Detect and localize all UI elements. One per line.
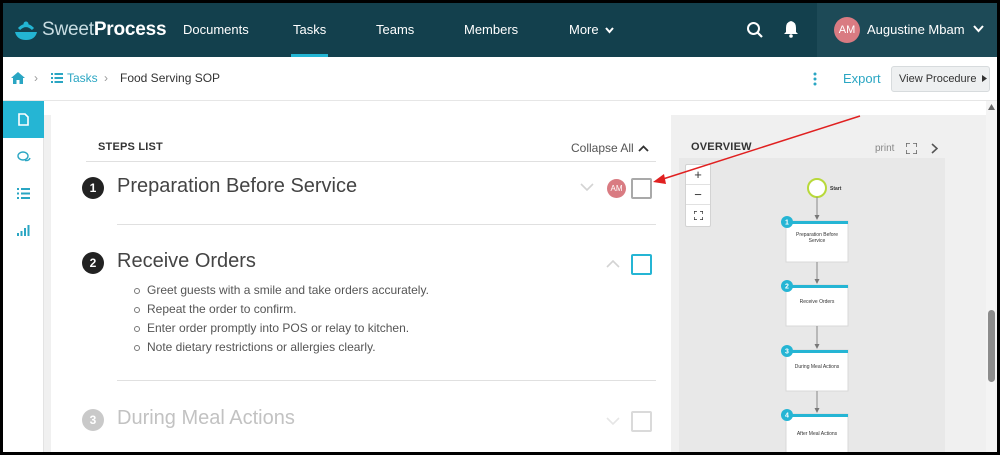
step-checkbox[interactable] bbox=[631, 254, 652, 275]
nav-more[interactable]: More bbox=[569, 3, 615, 57]
step-number-badge: 2 bbox=[82, 252, 104, 274]
breadcrumb-separator: › bbox=[34, 71, 38, 85]
search-icon[interactable] bbox=[746, 21, 764, 39]
step-title[interactable]: Preparation Before Service bbox=[117, 175, 357, 198]
nav-more-label: More bbox=[569, 22, 599, 37]
document-icon bbox=[18, 113, 29, 126]
chevron-right-icon[interactable] bbox=[931, 143, 938, 154]
flow-node-number: 3 bbox=[785, 349, 789, 356]
list-item: Greet guests with a smile and take order… bbox=[132, 281, 429, 300]
flow-node-label: After Meal Actions bbox=[796, 431, 838, 437]
step-number-badge: 3 bbox=[82, 409, 104, 431]
view-procedure-label: View Procedure bbox=[899, 73, 977, 85]
chevron-up-icon bbox=[638, 144, 649, 152]
zoom-in-button[interactable]: + bbox=[686, 165, 710, 185]
logo-text-light: Sweet bbox=[42, 19, 94, 40]
nav-members[interactable]: Members bbox=[464, 3, 518, 57]
steps-panel: STEPS LIST Collapse All 1 Preparation Be… bbox=[51, 115, 671, 452]
print-link[interactable]: print bbox=[875, 143, 894, 154]
logo-icon bbox=[15, 21, 37, 40]
flow-node-number: 4 bbox=[785, 413, 789, 420]
start-node bbox=[807, 178, 827, 198]
bell-icon[interactable] bbox=[783, 20, 799, 38]
home-icon[interactable] bbox=[11, 72, 25, 84]
collapse-all-label: Collapse All bbox=[571, 141, 634, 155]
chevron-down-icon bbox=[605, 27, 615, 34]
breadcrumb-current: Food Serving SOP bbox=[120, 71, 221, 85]
user-menu[interactable]: AM Augustine Mbam bbox=[817, 3, 997, 57]
zoom-out-button[interactable]: − bbox=[686, 185, 710, 205]
user-name: Augustine Mbam bbox=[867, 22, 965, 37]
app-window: SweetProcess Documents Tasks Teams Membe… bbox=[3, 3, 997, 452]
step-title[interactable]: Receive Orders bbox=[117, 250, 256, 273]
step-checkbox[interactable] bbox=[631, 178, 652, 199]
logo-text-bold: Process bbox=[93, 19, 167, 40]
left-sidebar bbox=[3, 101, 44, 452]
flow-node-number: 2 bbox=[785, 284, 789, 291]
flowchart: Start 1 Preparation Before Service 2 Rec… bbox=[781, 178, 849, 452]
nav-tasks[interactable]: Tasks bbox=[290, 3, 329, 57]
divider bbox=[117, 224, 656, 225]
breadcrumb-tasks[interactable]: Tasks bbox=[51, 71, 98, 85]
comments-icon bbox=[16, 150, 31, 161]
fit-to-screen-button[interactable] bbox=[686, 205, 710, 225]
main-content: STEPS LIST Collapse All 1 Preparation Be… bbox=[44, 101, 986, 452]
nav-teams[interactable]: Teams bbox=[376, 3, 414, 57]
more-options-icon[interactable] bbox=[813, 72, 817, 86]
collapse-all-button[interactable]: Collapse All bbox=[571, 141, 649, 155]
step-number-badge: 1 bbox=[82, 177, 104, 199]
list-item: Note dietary restrictions or allergies c… bbox=[132, 338, 429, 357]
step-bullet-list: Greet guests with a smile and take order… bbox=[132, 281, 429, 357]
steps-list-heading: STEPS LIST bbox=[98, 141, 163, 153]
overview-canvas[interactable]: Start 1 Preparation Before Service 2 Rec… bbox=[679, 158, 945, 452]
flow-node-label: Receive Orders bbox=[799, 299, 835, 305]
start-label: Start bbox=[830, 186, 842, 192]
divider bbox=[117, 380, 656, 381]
chevron-up-icon[interactable] bbox=[606, 259, 620, 268]
export-link[interactable]: Export bbox=[843, 71, 881, 86]
nav-documents[interactable]: Documents bbox=[183, 3, 249, 57]
step-title[interactable]: During Meal Actions bbox=[117, 407, 295, 430]
list-item: Repeat the order to confirm. bbox=[132, 300, 429, 319]
logo-text: SweetProcess bbox=[42, 19, 167, 41]
breadcrumb-tasks-label: Tasks bbox=[67, 71, 98, 85]
breadcrumb-separator: › bbox=[104, 71, 108, 85]
step-checkbox[interactable] bbox=[631, 411, 652, 432]
breadcrumb: › Tasks › Food Serving SOP Export bbox=[3, 57, 997, 101]
scrollbar-thumb[interactable] bbox=[988, 310, 995, 382]
chevron-down-icon[interactable] bbox=[606, 417, 620, 426]
chevron-down-icon[interactable] bbox=[580, 183, 594, 192]
scrollbar[interactable] bbox=[986, 101, 997, 452]
sweetprocess-logo[interactable]: SweetProcess bbox=[13, 17, 167, 43]
scroll-up-icon[interactable] bbox=[988, 104, 995, 110]
caret-right-icon bbox=[981, 75, 987, 82]
sidebar-item-document[interactable] bbox=[3, 101, 44, 138]
flow-node-number: 1 bbox=[785, 220, 789, 227]
list-item: Enter order promptly into POS or relay t… bbox=[132, 319, 429, 338]
overview-heading: OVERVIEW bbox=[691, 141, 752, 153]
zoom-controls: + − bbox=[685, 164, 711, 227]
sidebar-item-stats[interactable] bbox=[3, 212, 44, 249]
top-nav: SweetProcess Documents Tasks Teams Membe… bbox=[3, 3, 997, 57]
checklist-icon bbox=[17, 188, 30, 199]
expand-icon[interactable] bbox=[906, 143, 917, 154]
chevron-down-icon bbox=[973, 25, 984, 33]
list-icon bbox=[51, 73, 63, 83]
view-procedure-button[interactable]: View Procedure bbox=[891, 66, 990, 92]
sidebar-item-comments[interactable] bbox=[3, 138, 44, 175]
flow-node-label: Preparation Before Service bbox=[796, 232, 838, 244]
sidebar-item-checklist[interactable] bbox=[3, 175, 44, 212]
flow-node-label: During Meal Actions bbox=[794, 364, 840, 370]
avatar: AM bbox=[834, 17, 860, 43]
fit-screen-icon bbox=[692, 210, 704, 221]
signal-bars-icon bbox=[17, 225, 30, 236]
divider bbox=[86, 161, 656, 162]
step-assignee-avatar[interactable]: AM bbox=[607, 179, 626, 198]
content-top-strip bbox=[44, 101, 986, 115]
